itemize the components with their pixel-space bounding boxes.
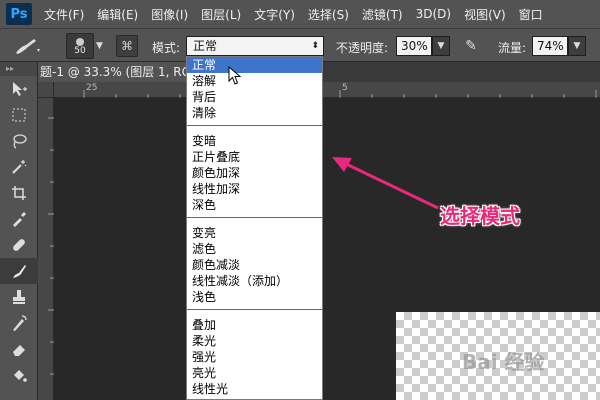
blend-option-linear-light[interactable]: 线性光: [187, 381, 322, 397]
blend-option-soft-light[interactable]: 柔光: [187, 333, 322, 349]
eraser-tool[interactable]: [0, 336, 38, 362]
menu-select[interactable]: 选择(S): [308, 6, 349, 23]
opacity-label: 不透明度:: [336, 41, 389, 55]
horizontal-ruler[interactable]: 25 5: [54, 82, 600, 98]
annotation-label: 选择模式: [440, 204, 520, 228]
blend-option-darker-color[interactable]: 深色: [187, 197, 322, 213]
blend-option-overlay[interactable]: 叠加: [187, 317, 322, 333]
eyedropper-icon: [13, 212, 26, 227]
chevron-down-icon: ▼: [437, 41, 445, 51]
eyedropper-tool[interactable]: [0, 206, 38, 232]
brush-tip-icon: [76, 38, 84, 46]
crop-icon: [12, 186, 26, 200]
vertical-ruler[interactable]: [38, 98, 54, 400]
blend-group-lighten: 变亮 滤色 颜色减淡 线性减淡（添加） 浅色: [187, 223, 322, 310]
blend-option-color-burn[interactable]: 颜色加深: [187, 165, 322, 181]
blend-mode-dropdown: 正常 溶解 背后 清除 变暗 正片叠底 颜色加深 线性加深 深色 变亮 滤色 颜…: [186, 56, 323, 400]
flow-label: 流量:: [498, 41, 527, 55]
blend-option-linear-dodge[interactable]: 线性减淡（添加）: [187, 273, 322, 289]
menu-image[interactable]: 图像(I): [151, 6, 188, 23]
move-icon: [13, 82, 27, 96]
brush-size-picker[interactable]: 50: [66, 33, 94, 59]
pressure-opacity-icon[interactable]: ✎: [460, 36, 482, 56]
tools-panel: ▸▸: [0, 62, 38, 400]
opacity-slider-toggle[interactable]: ▼: [432, 36, 450, 56]
menu-view[interactable]: 视图(V): [464, 6, 506, 23]
magic-wand-tool[interactable]: [0, 154, 38, 180]
ruler-origin[interactable]: [38, 82, 54, 98]
menu-type[interactable]: 文字(Y): [254, 6, 295, 23]
mode-select[interactable]: 正常 ⬍: [186, 36, 324, 56]
brush-tool[interactable]: [0, 258, 38, 284]
blend-group-darken: 变暗 正片叠底 颜色加深 线性加深 深色: [187, 131, 322, 218]
blend-option-hard-light[interactable]: 强光: [187, 349, 322, 365]
menu-edit[interactable]: 编辑(E): [97, 6, 138, 23]
chevron-down-icon[interactable]: ▼: [96, 41, 103, 51]
chevron-down-icon: ▼: [573, 41, 581, 51]
bandage-icon: [13, 239, 25, 251]
updown-arrow-icon: ⬍: [311, 41, 319, 51]
blend-option-linear-burn[interactable]: 线性加深: [187, 181, 322, 197]
document-tab[interactable]: 题-1 @ 33.3% (图层 1, RGB/: [38, 62, 188, 82]
brush-icon: [16, 39, 40, 54]
brush-icon: [13, 265, 26, 278]
blend-option-clear[interactable]: 清除: [187, 105, 322, 121]
eraser-icon: [13, 345, 25, 356]
mouse-cursor-icon: [228, 66, 242, 85]
lasso-icon: [13, 134, 27, 149]
lasso-tool[interactable]: [0, 128, 38, 154]
history-brush-tool[interactable]: [0, 310, 38, 336]
history-brush-icon: [13, 315, 27, 331]
menu-filter[interactable]: 滤镜(T): [362, 6, 403, 23]
brush-size-value: 50: [74, 46, 86, 56]
blend-option-lighter-color[interactable]: 浅色: [187, 289, 322, 305]
opacity-input[interactable]: 30%: [396, 36, 432, 56]
blend-option-lighten[interactable]: 变亮: [187, 225, 322, 241]
tools-panel-header[interactable]: ▸▸: [0, 62, 37, 76]
blend-option-dissolve[interactable]: 溶解: [187, 73, 322, 89]
tool-preset-picker[interactable]: [12, 35, 42, 57]
blend-option-darken[interactable]: 变暗: [187, 133, 322, 149]
paint-bucket-tool[interactable]: [0, 362, 38, 388]
blend-group-overlay: 叠加 柔光 强光 亮光 线性光: [187, 315, 322, 399]
menu-window[interactable]: 窗口: [519, 6, 543, 23]
menu-3d[interactable]: 3D(D): [416, 7, 451, 21]
blend-option-color-dodge[interactable]: 颜色减淡: [187, 257, 322, 273]
clone-stamp-tool[interactable]: [0, 284, 38, 310]
blend-option-screen[interactable]: 滤色: [187, 241, 322, 257]
stamp-icon: [13, 290, 25, 304]
blend-option-normal[interactable]: 正常: [187, 57, 322, 73]
blend-group-normal: 正常 溶解 背后 清除: [187, 57, 322, 126]
menu-file[interactable]: 文件(F): [44, 6, 84, 23]
brush-panel-icon: ⌘: [121, 39, 133, 53]
flow-slider-toggle[interactable]: ▼: [568, 36, 586, 56]
watermark: Bai 经验: [462, 350, 545, 374]
move-tool[interactable]: [0, 76, 38, 102]
mode-label: 模式:: [152, 41, 181, 55]
marquee-tool[interactable]: [0, 102, 38, 128]
blend-option-behind[interactable]: 背后: [187, 89, 322, 105]
blend-option-multiply[interactable]: 正片叠底: [187, 149, 322, 165]
menu-bar: Ps 文件(F) 编辑(E) 图像(I) 图层(L) 文字(Y) 选择(S) 滤…: [0, 0, 600, 28]
flow-input[interactable]: 74%: [532, 36, 568, 56]
marquee-icon: [12, 108, 26, 122]
paint-bucket-icon: [14, 370, 27, 382]
brush-panel-toggle[interactable]: ⌘: [116, 35, 138, 57]
menu-layer[interactable]: 图层(L): [201, 6, 241, 23]
crop-tool[interactable]: [0, 180, 38, 206]
annotation-arrow-icon: [332, 157, 439, 210]
photoshop-logo: Ps: [6, 3, 32, 25]
mode-select-value: 正常: [193, 39, 218, 53]
blend-option-vivid-light[interactable]: 亮光: [187, 365, 322, 381]
healing-brush-tool[interactable]: [0, 232, 38, 258]
ruler-ticks: [48, 117, 54, 375]
ruler-ticks: [83, 90, 597, 98]
magic-wand-icon: [12, 160, 27, 174]
